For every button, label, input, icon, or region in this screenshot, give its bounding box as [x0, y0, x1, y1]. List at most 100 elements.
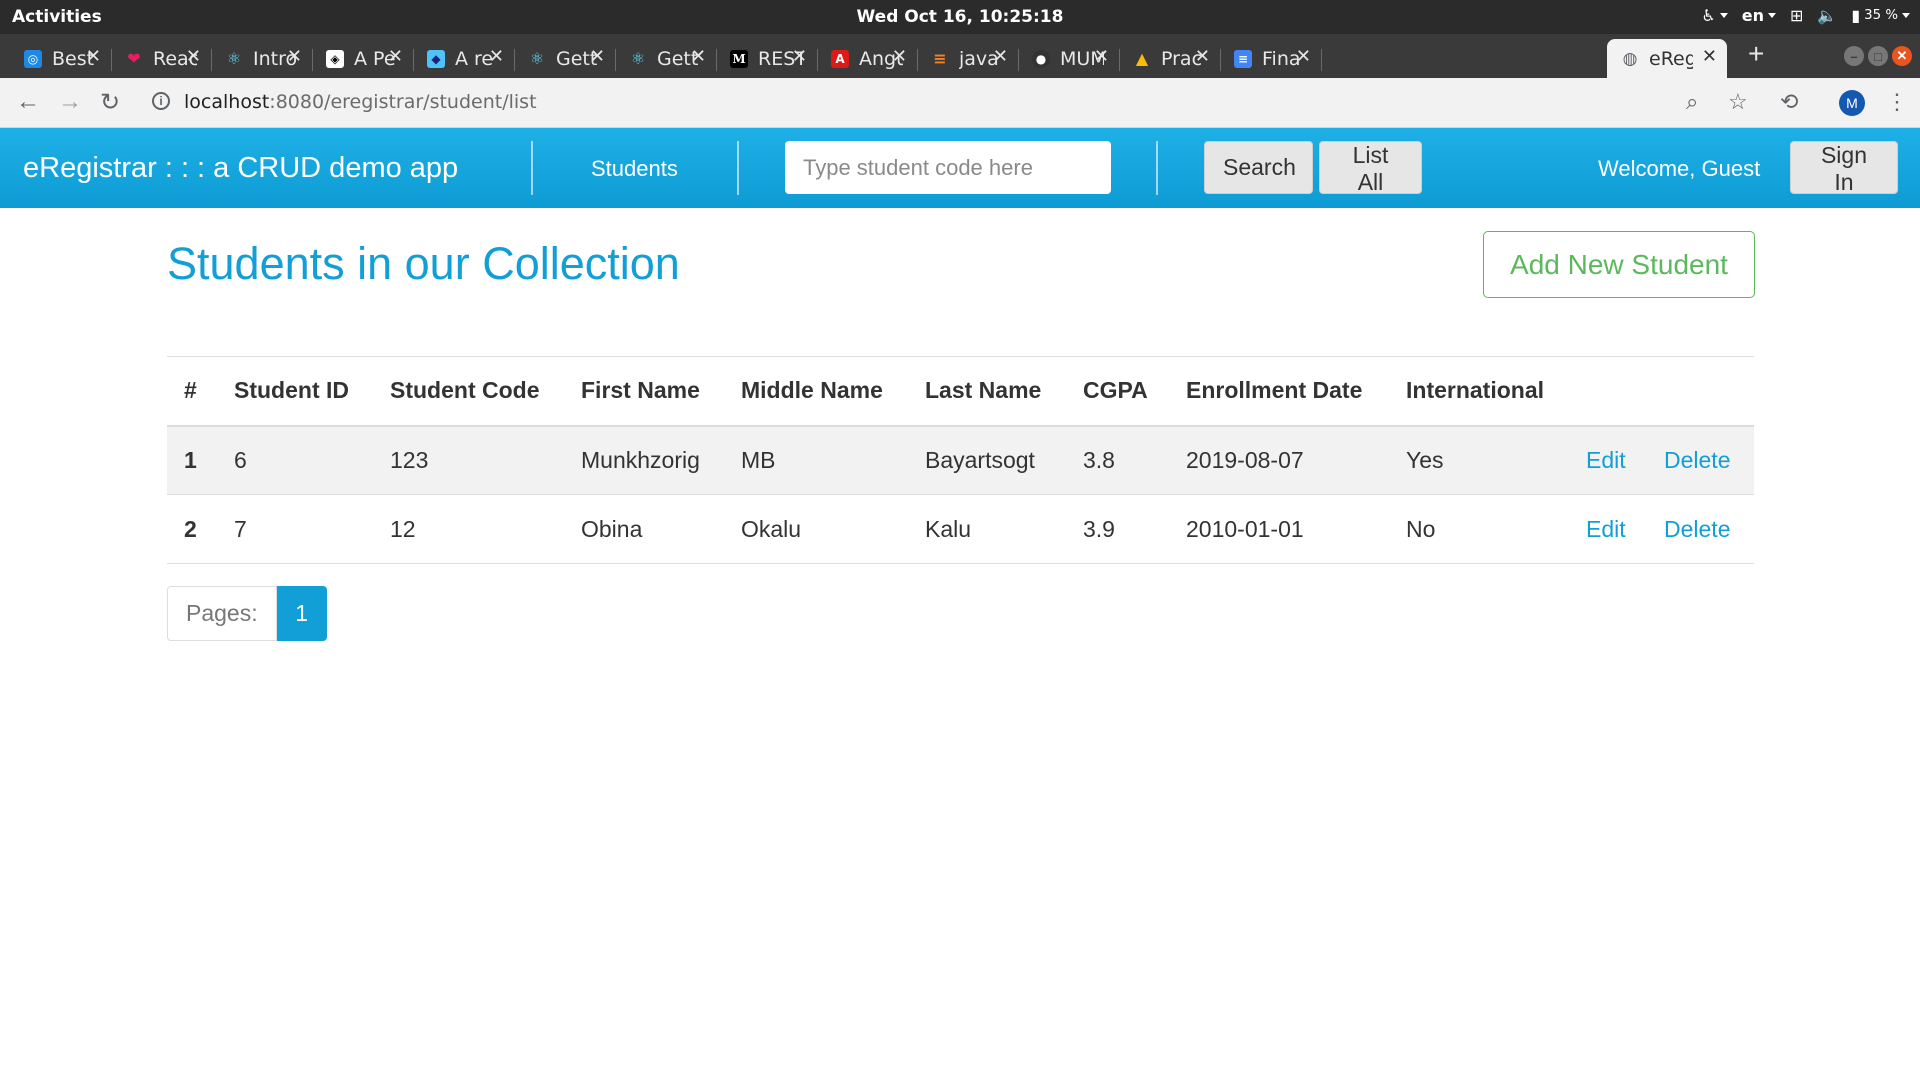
list-all-button[interactable]: List All	[1319, 141, 1422, 195]
github-icon: ●	[1032, 49, 1050, 68]
close-tab-icon[interactable]: ✕	[1195, 46, 1210, 67]
delete-link[interactable]: Delete	[1664, 516, 1730, 542]
react-icon: ⚛	[529, 49, 545, 68]
welcome-text: Welcome, Guest	[1598, 156, 1761, 181]
browser-tab[interactable]: ≡ Fina ✕	[1220, 39, 1322, 78]
browser-tab[interactable]: ◈ A Pe ✕	[312, 39, 414, 78]
battery-percent: 35 %	[1864, 8, 1898, 23]
network-icon[interactable]: ⊞	[1790, 6, 1803, 25]
browser-tab[interactable]: ≡ java ✕	[917, 39, 1019, 78]
medium-icon: M	[730, 49, 748, 68]
table-row: 1 6 123 Munkhzorig MB Bayartsogt 3.8 201…	[167, 425, 1754, 495]
url-field[interactable]: localhost:8080/eregistrar/student/list	[184, 91, 537, 113]
forward-arrow-icon[interactable]: →	[58, 88, 82, 116]
stackoverflow-icon: ≡	[933, 49, 947, 68]
edit-link[interactable]: Edit	[1586, 447, 1626, 473]
url-path: :8080/eregistrar/student/list	[269, 91, 537, 113]
close-window-icon[interactable]: ✕	[1892, 46, 1912, 66]
close-tab-icon[interactable]: ✕	[287, 46, 302, 67]
column-header	[1586, 356, 1664, 427]
site-info-icon[interactable]: i	[152, 92, 170, 110]
last-name-cell: Kalu	[925, 494, 1083, 564]
column-header: CGPA	[1083, 356, 1186, 427]
search-button[interactable]: Search	[1204, 141, 1313, 194]
minimize-icon[interactable]: –	[1844, 46, 1864, 66]
browser-tab[interactable]: ⚛ Intro ✕	[211, 39, 313, 78]
close-tab-icon[interactable]: ✕	[892, 46, 907, 67]
browser-tab[interactable]: A Angu ✕	[817, 39, 918, 78]
os-top-bar: Activities Wed Oct 16, 10:25:18 ♿ en ⊞ 🔈…	[0, 0, 1920, 34]
edit-link[interactable]: Edit	[1586, 516, 1626, 542]
language-selector[interactable]: en	[1742, 6, 1776, 25]
enrollment-date-cell: 2010-01-01	[1186, 494, 1406, 564]
table-row: 2 7 12 Obina Okalu Kalu 3.9 2010-01-01 N…	[167, 494, 1754, 564]
volume-icon[interactable]: 🔈	[1817, 6, 1837, 25]
close-tab-icon[interactable]: ✕	[86, 46, 101, 67]
profile-avatar[interactable]: M	[1839, 90, 1865, 116]
close-tab-icon[interactable]: ✕	[489, 46, 504, 67]
browser-tab-active[interactable]: ◍ eReg ✕	[1607, 39, 1727, 78]
app-brand[interactable]: eRegistrar : : : a CRUD demo app	[23, 152, 458, 185]
browser-tab[interactable]: ⚛ Gett ✕	[615, 39, 717, 78]
close-tab-icon[interactable]: ✕	[1094, 46, 1109, 67]
bookmark-star-icon[interactable]: ☆	[1728, 89, 1748, 115]
delete-link[interactable]: Delete	[1664, 447, 1730, 473]
tab-title: eReg	[1649, 47, 1693, 70]
nav-divider	[737, 141, 739, 195]
column-header: International	[1406, 356, 1586, 427]
react-icon: ⚛	[226, 49, 242, 68]
column-header: Enrollment Date	[1186, 356, 1406, 427]
new-tab-button[interactable]: +	[1748, 38, 1764, 70]
international-cell: No	[1406, 494, 1586, 564]
tag-icon: ◆	[427, 49, 445, 68]
page-1-button[interactable]: 1	[276, 586, 327, 641]
close-tab-icon[interactable]: ✕	[1702, 46, 1717, 67]
browser-tab[interactable]: ▲ Prac ✕	[1119, 39, 1221, 78]
close-tab-icon[interactable]: ✕	[993, 46, 1008, 67]
last-name-cell: Bayartsogt	[925, 425, 1083, 495]
accessibility-icon[interactable]: ♿	[1701, 6, 1728, 25]
row-number: 2	[167, 494, 234, 564]
zoom-icon[interactable]: ⌕	[1686, 89, 1698, 115]
nav-divider	[531, 141, 533, 195]
codepen-icon: ◈	[326, 49, 344, 68]
back-arrow-icon[interactable]: ←	[16, 88, 40, 116]
student-code-cell: 12	[390, 494, 581, 564]
battery-indicator[interactable]: ▮ 35 %	[1851, 6, 1910, 25]
student-id-cell: 7	[234, 494, 390, 564]
nav-divider	[1156, 141, 1158, 195]
browser-tab[interactable]: M REST ✕	[716, 39, 818, 78]
browser-tab[interactable]: ● MUM ✕	[1018, 39, 1120, 78]
close-tab-icon[interactable]: ✕	[1296, 46, 1311, 67]
close-tab-icon[interactable]: ✕	[186, 46, 201, 67]
column-header: Student ID	[234, 356, 390, 427]
browser-tab[interactable]: ◆ A re ✕	[413, 39, 515, 78]
add-new-student-button[interactable]: Add New Student	[1483, 231, 1755, 298]
close-tab-icon[interactable]: ✕	[691, 46, 706, 67]
reload-icon[interactable]: ↻	[100, 88, 120, 117]
column-header: Student Code	[390, 356, 581, 427]
close-tab-icon[interactable]: ✕	[792, 46, 807, 67]
browser-tab[interactable]: ⚛ Gett ✕	[514, 39, 616, 78]
heart-icon: ❤	[127, 49, 141, 68]
student-code-search-input[interactable]	[785, 141, 1111, 194]
browser-tab-strip: ◎ Best ✕ ❤ Reac ✕ ⚛ Intro ✕ ◈ A Pe ✕ ◆ A re ✕ ⚛ Get…	[0, 34, 1920, 78]
row-number: 1	[167, 425, 234, 495]
first-name-cell: Munkhzorig	[581, 425, 741, 495]
browser-tab[interactable]: ❤ Reac ✕	[111, 39, 212, 78]
middle-name-cell: Okalu	[741, 494, 925, 564]
window-controls: – □ ✕	[1844, 46, 1912, 66]
browser-tab[interactable]: ◎ Best ✕	[10, 39, 112, 78]
nav-students-link[interactable]: Students	[591, 156, 678, 182]
angular-icon: A	[831, 49, 849, 68]
kebab-menu-icon[interactable]: ⋮	[1886, 89, 1908, 115]
close-tab-icon[interactable]: ✕	[590, 46, 605, 67]
close-tab-icon[interactable]: ✕	[388, 46, 403, 67]
students-table: # Student ID Student Code First Name Mid…	[167, 356, 1754, 564]
extension-icon[interactable]: ⟲	[1780, 89, 1798, 115]
page-title: Students in our Collection	[167, 238, 680, 289]
system-clock[interactable]: Wed Oct 16, 10:25:18	[0, 7, 1920, 27]
sign-in-button[interactable]: Sign In	[1790, 141, 1898, 195]
middle-name-cell: MB	[741, 425, 925, 495]
maximize-icon[interactable]: □	[1868, 46, 1888, 66]
